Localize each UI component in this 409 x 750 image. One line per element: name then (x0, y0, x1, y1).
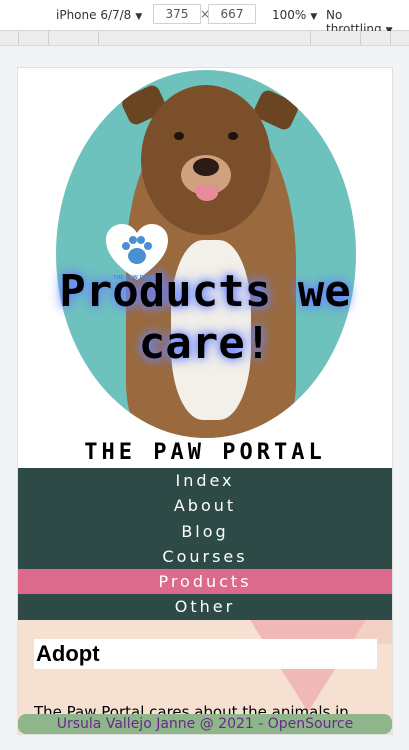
site-footer: Ursula Vallejo Janne @ 2021 - OpenSource (18, 714, 392, 734)
dog-eye-right (228, 132, 238, 140)
width-input[interactable]: 375 (153, 4, 201, 24)
hero-banner: THE PAW PORTAL Products we care! (18, 68, 392, 438)
devtools-toolbar: iPhone 6/7/8 ▼ 375 × 667 100% ▼ No throttl… (0, 0, 409, 36)
ruler-tick (310, 31, 311, 45)
nav-item-about[interactable]: About (18, 493, 392, 518)
page-viewport: THE PAW PORTAL Products we care! THE PAW… (17, 67, 393, 735)
adopt-heading: Adopt (34, 638, 377, 669)
zoom-label: 100% (272, 8, 307, 22)
height-input[interactable]: 667 (208, 4, 256, 24)
device-select[interactable]: iPhone 6/7/8 ▼ (56, 8, 142, 22)
zoom-select[interactable]: 100% ▼ (272, 8, 317, 22)
ruler-tick (48, 31, 49, 45)
nav-item-blog[interactable]: Blog (18, 519, 392, 544)
ruler-tick (98, 31, 99, 45)
device-label: iPhone 6/7/8 (56, 8, 132, 22)
nav-item-products[interactable]: Products (18, 569, 392, 595)
nav-item-courses[interactable]: Courses (18, 544, 392, 569)
chevron-down-icon: ▼ (310, 12, 318, 22)
nav-item-other[interactable]: Other (18, 594, 392, 619)
site-brand: THE PAW PORTAL (18, 438, 392, 468)
ruler-tick (18, 31, 19, 45)
dog-photo: THE PAW PORTAL (56, 70, 356, 438)
chevron-down-icon: ▼ (135, 12, 143, 22)
nav-item-index[interactable]: Index (18, 468, 392, 493)
page-title: Products we care! (59, 266, 351, 369)
ruler-tick (360, 31, 361, 45)
dog-eye-left (174, 132, 184, 140)
dog-tongue (196, 185, 218, 201)
dog-nose (193, 158, 219, 176)
main-nav: Index About Blog Courses Products Other (18, 468, 392, 620)
ruler-tick (390, 31, 391, 45)
media-query-ruler[interactable] (0, 31, 409, 46)
